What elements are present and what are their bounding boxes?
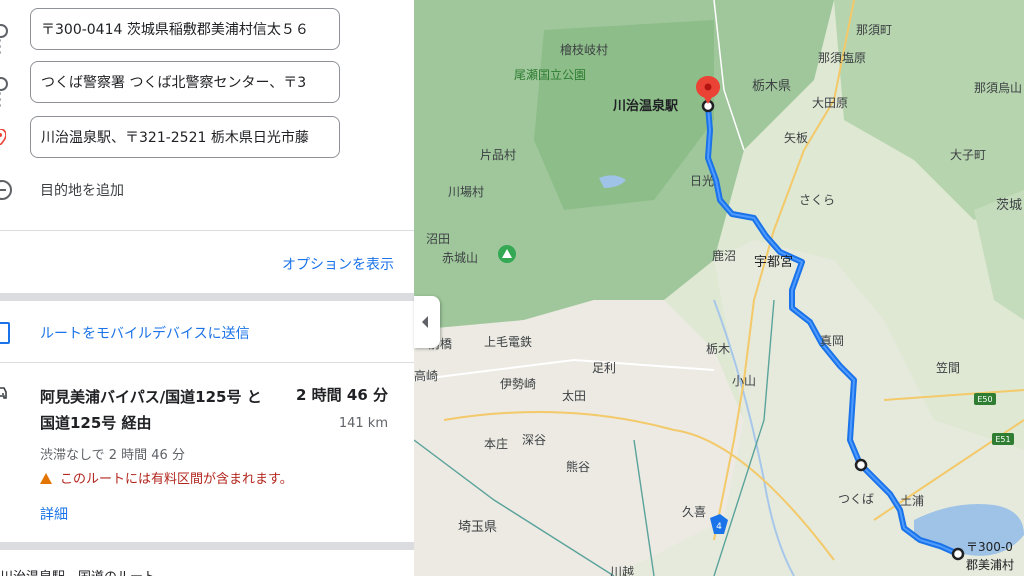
label-utsunomiya: 宇都宮 xyxy=(754,254,793,270)
route-dots-icon xyxy=(0,36,2,57)
label-ibaraki-pref: 茨城 xyxy=(996,198,1022,213)
stop-input[interactable]: つくば警察署 つくば北警察センター、〒3 xyxy=(30,61,340,103)
label-isesaki: 伊勢崎 xyxy=(500,376,536,391)
label-e50: E50 xyxy=(977,395,992,404)
label-yaita: 矢板 xyxy=(784,131,808,145)
label-kawagoe: 川越 xyxy=(610,565,634,576)
destination-pin-icon xyxy=(0,129,6,145)
route-duration: 2 時間 46 分 xyxy=(296,386,388,404)
route-traffic-note: 渋滞なしで 2 時間 46 分 xyxy=(40,448,185,463)
origin-input[interactable]: 〒300-0414 茨城県稲敷郡美浦村信太５６ xyxy=(30,8,340,50)
section-separator xyxy=(0,293,414,301)
label-tochigi-city: 栃木 xyxy=(706,342,730,356)
divider xyxy=(0,230,414,231)
toll-warning: このルートには有料区間が含まれます。 xyxy=(40,468,293,487)
section-separator xyxy=(0,542,414,550)
label-route-4: 4 xyxy=(716,522,722,532)
label-fukaya: 深谷 xyxy=(522,433,546,447)
next-route-card[interactable]: 川治温泉駅 - 国道のルート xyxy=(0,566,414,576)
label-honjo: 本庄 xyxy=(484,436,508,451)
directions-panel: 〒300-0414 茨城県稲敷郡美浦村信太５６ つくば警察署 つくば北警察センタ… xyxy=(0,0,414,576)
label-kawaba: 川場村 xyxy=(448,185,484,199)
map-canvas[interactable]: E50 E51 4 檜枝岐村 尾瀬国立公園 川治温泉駅 栃木県 那須町 那須塩原… xyxy=(414,0,1024,576)
label-saitama-pref: 埼玉県 xyxy=(458,520,497,535)
label-e51: E51 xyxy=(995,435,1010,444)
route-stop-marker[interactable] xyxy=(854,458,868,472)
label-oze: 尾瀬国立公園 xyxy=(514,67,586,82)
label-kasama: 笠間 xyxy=(936,360,960,375)
map-view[interactable]: E50 E51 4 檜枝岐村 尾瀬国立公園 川治温泉駅 栃木県 那須町 那須塩原… xyxy=(414,0,1024,576)
label-tsukuba: つくば xyxy=(838,492,874,506)
label-ashikaga: 足利 xyxy=(592,361,616,375)
label-hinoemata: 檜枝岐村 xyxy=(560,42,608,57)
label-tochigi-pref: 栃木県 xyxy=(752,79,791,94)
label-moka: 真岡 xyxy=(820,334,844,348)
label-daigo: 大子町 xyxy=(950,148,986,162)
label-nasukarasuyama: 那須烏山 xyxy=(974,81,1022,95)
label-nikko: 日光 xyxy=(690,174,714,188)
add-circle-icon xyxy=(0,180,12,200)
label-jomo-railway: 上毛電鉄 xyxy=(484,334,532,349)
label-tsuchiura: 土浦 xyxy=(900,494,924,508)
label-kanuma: 鹿沼 xyxy=(712,248,736,263)
chevron-left-icon xyxy=(422,316,428,328)
send-to-device-button[interactable]: ルートをモバイルデバイスに送信 xyxy=(0,310,414,354)
show-options-link[interactable]: オプションを表示 xyxy=(282,254,394,274)
waypoint-row-origin: 〒300-0414 茨城県稲敷郡美浦村信太５６ xyxy=(0,8,414,52)
route-end-marker[interactable] xyxy=(951,547,965,561)
car-icon xyxy=(0,387,7,399)
route-option-card[interactable]: 阿見美浦バイパス/国道125号 と 国道125号 経由 2 時間 46 分 14… xyxy=(0,370,414,540)
toll-warning-text: このルートには有料区間が含まれます。 xyxy=(60,472,293,487)
label-nasu-shiobara: 那須塩原 xyxy=(818,50,866,65)
add-destination-button[interactable]: 目的地を追加 xyxy=(0,172,414,208)
phone-icon xyxy=(0,322,10,344)
route-dots-icon xyxy=(0,89,2,110)
label-kawaji-station[interactable]: 川治温泉駅 xyxy=(612,98,679,114)
label-katashina: 片品村 xyxy=(480,148,516,162)
label-oyama: 小山 xyxy=(732,374,756,388)
send-to-device-label: ルートをモバイルデバイスに送信 xyxy=(40,326,250,342)
label-takasaki: 高崎 xyxy=(414,368,438,383)
destination-input[interactable]: 川治温泉駅、〒321-2521 栃木県日光市藤 xyxy=(30,116,340,158)
label-destination-line1: 〒300-0 xyxy=(966,540,1013,554)
waypoint-row-destination: 川治温泉駅、〒321-2521 栃木県日光市藤 xyxy=(0,116,414,160)
add-destination-label: 目的地を追加 xyxy=(40,183,124,199)
label-otawara: 大田原 xyxy=(812,96,848,110)
label-kuki: 久喜 xyxy=(682,505,706,519)
label-kumagaya: 熊谷 xyxy=(566,459,590,474)
waypoint-row-stop: つくば警察署 つくば北警察センター、〒3 xyxy=(0,61,414,105)
route-details-link[interactable]: 詳細 xyxy=(40,504,68,524)
divider xyxy=(0,362,414,363)
label-ota: 太田 xyxy=(562,388,586,403)
warning-icon xyxy=(40,473,52,484)
label-nasu-machi: 那須町 xyxy=(856,23,892,37)
label-akagi: 赤城山 xyxy=(442,251,478,265)
collapse-panel-button[interactable] xyxy=(414,296,440,348)
label-numata: 沼田 xyxy=(426,232,450,246)
label-destination-line2: 郡美浦村 xyxy=(966,558,1014,572)
label-sakura: さくら xyxy=(799,193,835,207)
route-title: 阿見美浦バイパス/国道125号 と 国道125号 経由 xyxy=(40,388,262,432)
route-distance: 141 km xyxy=(338,416,388,431)
